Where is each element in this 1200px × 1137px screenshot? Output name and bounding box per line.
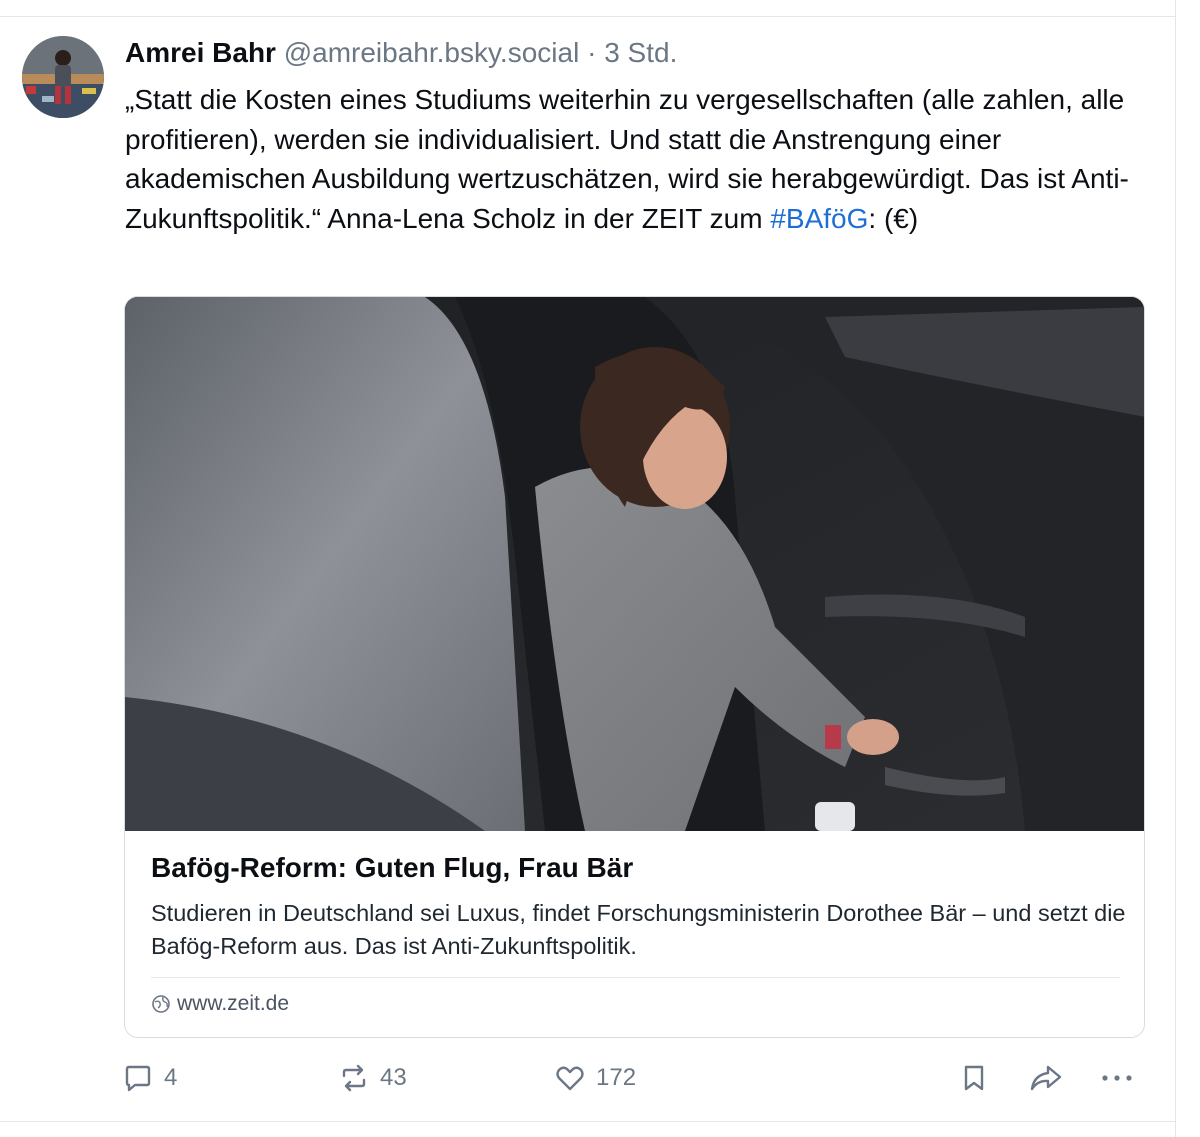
- top-divider: [0, 16, 1176, 17]
- post-text-tail: : (€): [868, 202, 919, 234]
- repost-icon: [342, 1064, 366, 1092]
- author-handle[interactable]: @amreibahr.bsky.social: [284, 37, 580, 68]
- action-bar: 4 43 172: [0, 1058, 1200, 1098]
- reply-icon: [125, 1065, 151, 1092]
- globe-icon: [151, 994, 171, 1014]
- hashtag-link[interactable]: #BAföG: [770, 203, 868, 234]
- reply-count: 4: [164, 1064, 178, 1091]
- link-card-image: [125, 297, 1144, 831]
- post-time[interactable]: 3 Std.: [604, 37, 677, 68]
- like-icon: [556, 1066, 584, 1091]
- post-frame: Amrei Bahr @amreibahr.bsky.social · 3 St…: [0, 0, 1200, 1137]
- more-options-button[interactable]: [1099, 1058, 1135, 1098]
- reply-button[interactable]: 4: [122, 1058, 177, 1098]
- repost-button[interactable]: 43: [338, 1058, 407, 1098]
- like-count: 172: [596, 1064, 637, 1091]
- post-text: „Statt die Kosten eines Studiums weiterh…: [125, 80, 1135, 238]
- share-button[interactable]: [1028, 1058, 1064, 1098]
- link-card-description: Studieren in Deutschland sei Luxus, find…: [151, 900, 1126, 959]
- avatar[interactable]: [22, 36, 104, 118]
- post-header: Amrei Bahr @amreibahr.bsky.social · 3 St…: [125, 36, 677, 70]
- link-card-domain[interactable]: www.zeit.de: [151, 992, 289, 1016]
- right-divider: [1175, 0, 1176, 1137]
- link-card[interactable]: Bafög-Reform: Guten Flug, Frau Bär Studi…: [124, 296, 1145, 1038]
- bookmark-icon: [964, 1065, 984, 1091]
- header-separator: ·: [587, 37, 597, 68]
- bookmark-button[interactable]: [958, 1058, 990, 1098]
- link-card-domain-text: www.zeit.de: [177, 992, 290, 1015]
- person-avatar-photo: [22, 36, 104, 118]
- woman-leaning-out-of-car-photo: [125, 297, 1144, 831]
- repost-count: 43: [380, 1064, 407, 1091]
- share-icon: [1030, 1065, 1062, 1091]
- author-name[interactable]: Amrei Bahr: [125, 37, 276, 68]
- bottom-divider: [0, 1121, 1176, 1122]
- link-card-title[interactable]: Bafög-Reform: Guten Flug, Frau Bär: [151, 852, 633, 884]
- like-button[interactable]: 172: [554, 1058, 636, 1098]
- post-text-main: „Statt die Kosten eines Studiums weiterh…: [125, 84, 1129, 234]
- more-icon: [1102, 1075, 1132, 1081]
- link-card-divider: [151, 977, 1120, 978]
